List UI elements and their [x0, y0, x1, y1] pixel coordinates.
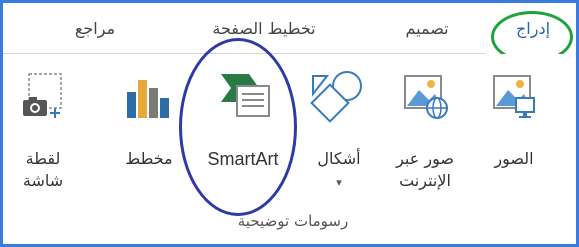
screenshot-button[interactable]: لقطة شاشة — [7, 68, 79, 208]
online-pictures-label: صور عبر الإنترنت — [396, 149, 454, 190]
shapes-button[interactable]: أشكال ▾ — [299, 68, 379, 198]
bar-chart-icon — [127, 80, 169, 118]
shapes-icon — [310, 71, 362, 123]
ribbon-frame: إدراج تصميم تخطيط الصفحة مراجع الصور صور… — [0, 0, 579, 247]
online-pictures-icon — [404, 75, 448, 119]
tab-design[interactable]: تصميم — [387, 17, 467, 41]
pictures-label: الصور — [494, 149, 534, 168]
smartart-highlight-oval — [179, 38, 297, 216]
tab-page-layout[interactable]: تخطيط الصفحة — [189, 17, 339, 41]
online-pictures-button[interactable]: صور عبر الإنترنت — [383, 68, 467, 208]
pictures-button[interactable]: الصور — [478, 68, 550, 188]
screenshot-label: لقطة شاشة — [22, 149, 64, 190]
shapes-label: أشكال — [317, 149, 361, 168]
pictures-icon — [493, 75, 535, 118]
shapes-dropdown-icon[interactable]: ▾ — [299, 172, 379, 194]
chart-label: مخطط — [125, 149, 173, 168]
ribbon-tab-bar: إدراج تصميم تخطيط الصفحة مراجع — [3, 3, 576, 54]
chart-button[interactable]: مخطط — [113, 68, 185, 188]
illustrations-group-label: رسومات توضيحية — [237, 212, 349, 230]
screenshot-icon — [23, 73, 62, 118]
tab-references[interactable]: مراجع — [55, 17, 135, 41]
